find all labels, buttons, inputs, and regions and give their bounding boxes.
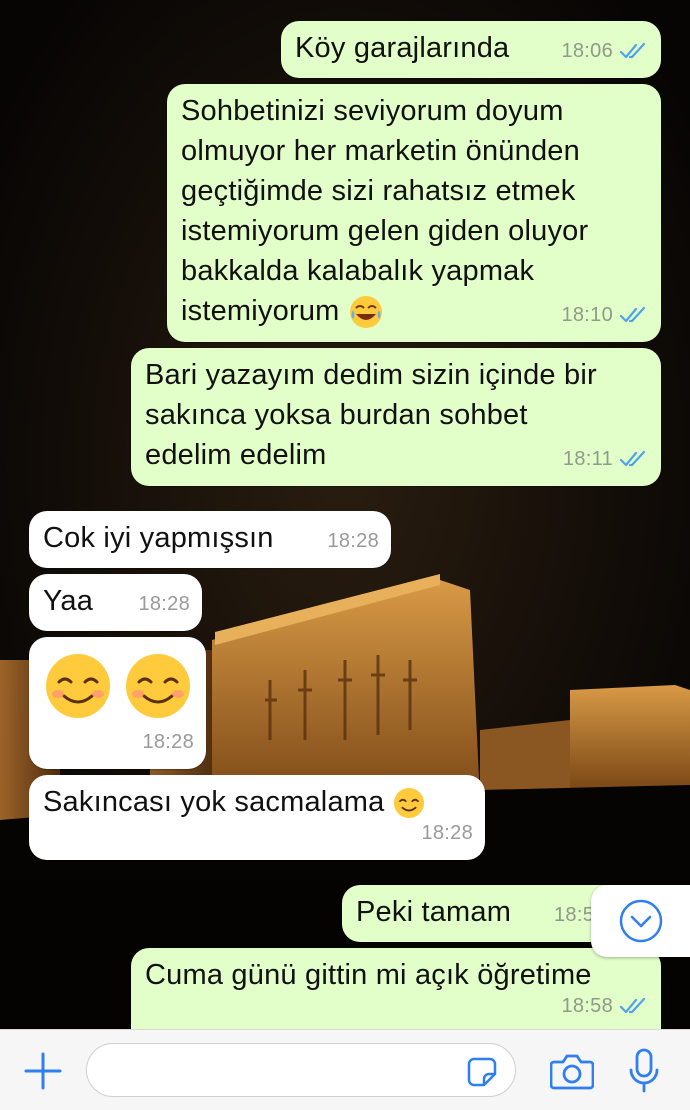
message-time: 18:28 (138, 593, 190, 615)
message-time: 18:10 (561, 304, 613, 326)
read-ticks-icon (619, 450, 646, 467)
smiling-face-icon (393, 788, 424, 819)
message-input[interactable] (86, 1043, 516, 1097)
message-text: Bari yazayım dedim sizin içinde bir sakı… (145, 359, 597, 471)
message-time: 18:28 (421, 822, 473, 844)
message-meta: 18:28 (138, 584, 190, 624)
message-meta: 18:06 (561, 31, 649, 71)
face-with-tears-of-joy-icon (349, 296, 382, 329)
message-meta: 18:28 (327, 521, 379, 561)
message-text: Sohbetinizi seviyorum doyum olmuyor her … (181, 91, 588, 331)
sticker-button[interactable] (465, 1055, 499, 1089)
message-bubble-outgoing[interactable]: Köy garajlarında 18:06 (281, 21, 661, 78)
message-time: 18:5 (554, 904, 595, 926)
attach-button[interactable] (20, 1048, 66, 1094)
microphone-icon (629, 1048, 659, 1093)
message-meta: 18:28 (421, 813, 473, 853)
camera-button[interactable] (548, 1048, 596, 1094)
message-text: Peki tamam (356, 896, 512, 928)
message-meta: 18:11 (563, 439, 649, 479)
chevron-down-circle-icon (619, 899, 662, 943)
message-meta: 18:10 (561, 295, 649, 335)
message-bubble-outgoing[interactable]: Bari yazayım dedim sizin içinde bir sakı… (131, 348, 661, 486)
message-text: Sakıncası yok sacmalama (43, 782, 425, 822)
voice-message-button[interactable] (622, 1046, 666, 1096)
message-text: Sohbetinizi seviyorum doyum olmuyor her … (181, 95, 589, 327)
message-meta: 18:5 (554, 895, 594, 935)
message-input-bar (0, 1029, 690, 1110)
message-text: Yaa (43, 585, 94, 617)
message-bubble-incoming[interactable]: Cok iyi yapmışsın 18:28 (29, 511, 391, 568)
smiling-face-icon (46, 654, 110, 718)
plus-icon (24, 1052, 62, 1090)
scroll-to-bottom-button[interactable] (591, 885, 690, 957)
message-text: Cuma günü gittin mi açık öğretime (145, 959, 592, 991)
message-text-input[interactable] (103, 1052, 457, 1090)
message-bubble-incoming[interactable]: 18:28 (29, 637, 206, 769)
message-text: Cok iyi yapmışsın (43, 522, 274, 554)
camera-icon (550, 1054, 594, 1090)
message-time: 18:11 (562, 448, 613, 470)
message-text: Köy garajlarında (295, 32, 510, 64)
message-text: Sakıncası yok sacmalama (43, 786, 385, 818)
smiling-face-icon (126, 654, 190, 718)
message-bubble-incoming[interactable]: Yaa 18:28 (29, 574, 202, 631)
message-time: 18:06 (561, 40, 613, 62)
message-meta: 18:28 (142, 722, 194, 762)
read-ticks-icon (619, 306, 646, 323)
message-bubble-incoming[interactable]: Sakıncası yok sacmalama 18:28 (29, 775, 485, 860)
read-ticks-icon (619, 997, 646, 1014)
message-time: 18:58 (561, 995, 613, 1017)
message-time: 18:28 (327, 530, 379, 552)
message-bubble-outgoing[interactable]: Cuma günü gittin mi açık öğretime 18:58 (131, 948, 661, 1030)
message-time: 18:28 (142, 731, 194, 753)
sticker-icon (467, 1057, 497, 1087)
message-meta: 18:58 (561, 986, 649, 1026)
read-ticks-icon (619, 42, 646, 59)
message-bubble-outgoing[interactable]: Sohbetinizi seviyorum doyum olmuyor her … (167, 84, 661, 342)
